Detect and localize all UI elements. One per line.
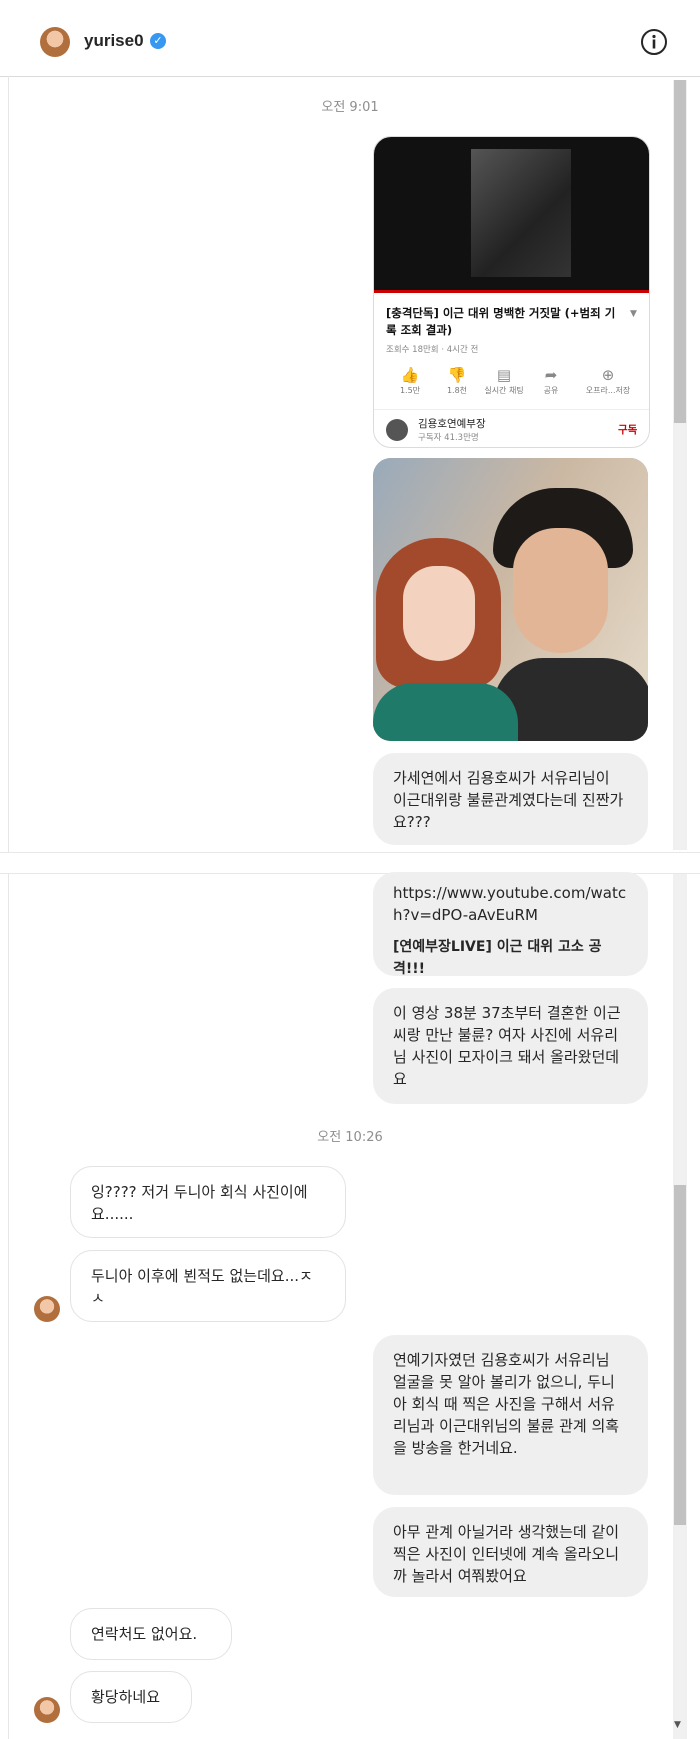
link-title: [연예부장LIVE] 이근 대위 고소 공격!!! [393, 939, 602, 977]
scrollbar-thumb[interactable] [674, 80, 686, 423]
video-progress-bar [374, 290, 649, 293]
message-bubble-sent: 가세연에서 김용호씨가 서유리님이 이근대위랑 불륜관계였다는데 진짠가요??? [373, 753, 648, 845]
timestamp: 오전 10:26 [317, 1130, 383, 1145]
save-icon: ⊕ [601, 366, 615, 384]
avatar[interactable] [40, 27, 70, 57]
verified-badge-icon: ✓ [150, 33, 166, 49]
channel-name[interactable]: 김용호연예부장 [418, 416, 486, 431]
video-meta: 조회수 18만회 · 4시간 전 [386, 345, 479, 355]
thumbs-up-icon: 👍 [400, 366, 420, 384]
message-bubble-received: 황당하네요 [70, 1671, 192, 1723]
video-actions: 👍 1.5만 👎 1.8천 ▤ 실시간 채팅 ➦ 공유 ⊕ 오프라...저장 [374, 365, 649, 407]
channel-subscribers: 구독자 41.3만명 [418, 433, 479, 443]
share-icon: ➦ [544, 366, 558, 384]
scrollbar-thumb[interactable] [674, 1185, 686, 1525]
section-divider [0, 852, 700, 874]
message-bubble-sent: https://www.youtube.com/watch?v=dPO-aAvE… [373, 872, 648, 977]
video-thumbnail[interactable] [374, 137, 649, 292]
save-button[interactable]: ⊕ 오프라...저장 [584, 365, 632, 396]
chat-header: yurise0 ✓ [0, 0, 700, 77]
info-icon[interactable] [640, 28, 668, 56]
shared-photo[interactable] [373, 458, 648, 741]
avatar[interactable] [34, 1296, 60, 1322]
live-chat-button[interactable]: ▤ 실시간 채팅 [480, 365, 528, 396]
channel-avatar[interactable] [386, 419, 408, 441]
chevron-down-icon[interactable]: ▼ [630, 309, 637, 319]
message-link[interactable]: https://www.youtube.com/watch?v=dPO-aAvE… [393, 882, 628, 926]
message-bubble-sent: 연예기자였던 김용호씨가 서유리님 얼굴을 못 알아 볼리가 없으니, 두니아 … [373, 1335, 648, 1495]
video-frame [471, 149, 571, 277]
subscribe-button[interactable]: 구독 [618, 422, 637, 437]
avatar[interactable] [34, 1697, 60, 1723]
message-bubble-received: 잉???? 저거 두니아 회식 사진이에요...... [70, 1166, 346, 1238]
username[interactable]: yurise0 [84, 31, 144, 51]
video-title[interactable]: [충격단독] 이근 대위 명백한 거짓말 (+범죄 기록 조회 결과) [386, 305, 616, 339]
scroll-down-arrow-icon[interactable]: ▼ [674, 1720, 681, 1730]
panel-border [8, 76, 9, 1739]
message-bubble-sent: 아무 관계 아닐거라 생각했는데 같이 찍은 사진이 인터넷에 계속 올라오니까… [373, 1507, 648, 1597]
timestamp: 오전 9:01 [321, 100, 379, 115]
message-bubble-received: 두니아 이후에 뵌적도 없는데요...ㅈㅅ [70, 1250, 346, 1322]
youtube-share-card[interactable]: [충격단독] 이근 대위 명백한 거짓말 (+범죄 기록 조회 결과) ▼ 조회… [373, 136, 650, 448]
channel-row[interactable]: 김용호연예부장 구독자 41.3만명 구독 [374, 409, 649, 447]
dislike-button[interactable]: 👎 1.8천 [433, 365, 481, 396]
message-bubble-sent: 이 영상 38분 37초부터 결혼한 이근씨랑 만난 불륜? 여자 사진에 서유… [373, 988, 648, 1104]
thumbs-down-icon: 👎 [447, 366, 467, 384]
share-button[interactable]: ➦ 공유 [527, 365, 575, 396]
chat-icon: ▤ [496, 366, 512, 384]
like-button[interactable]: 👍 1.5만 [386, 365, 434, 396]
message-bubble-received: 연락처도 없어요. [70, 1608, 232, 1660]
